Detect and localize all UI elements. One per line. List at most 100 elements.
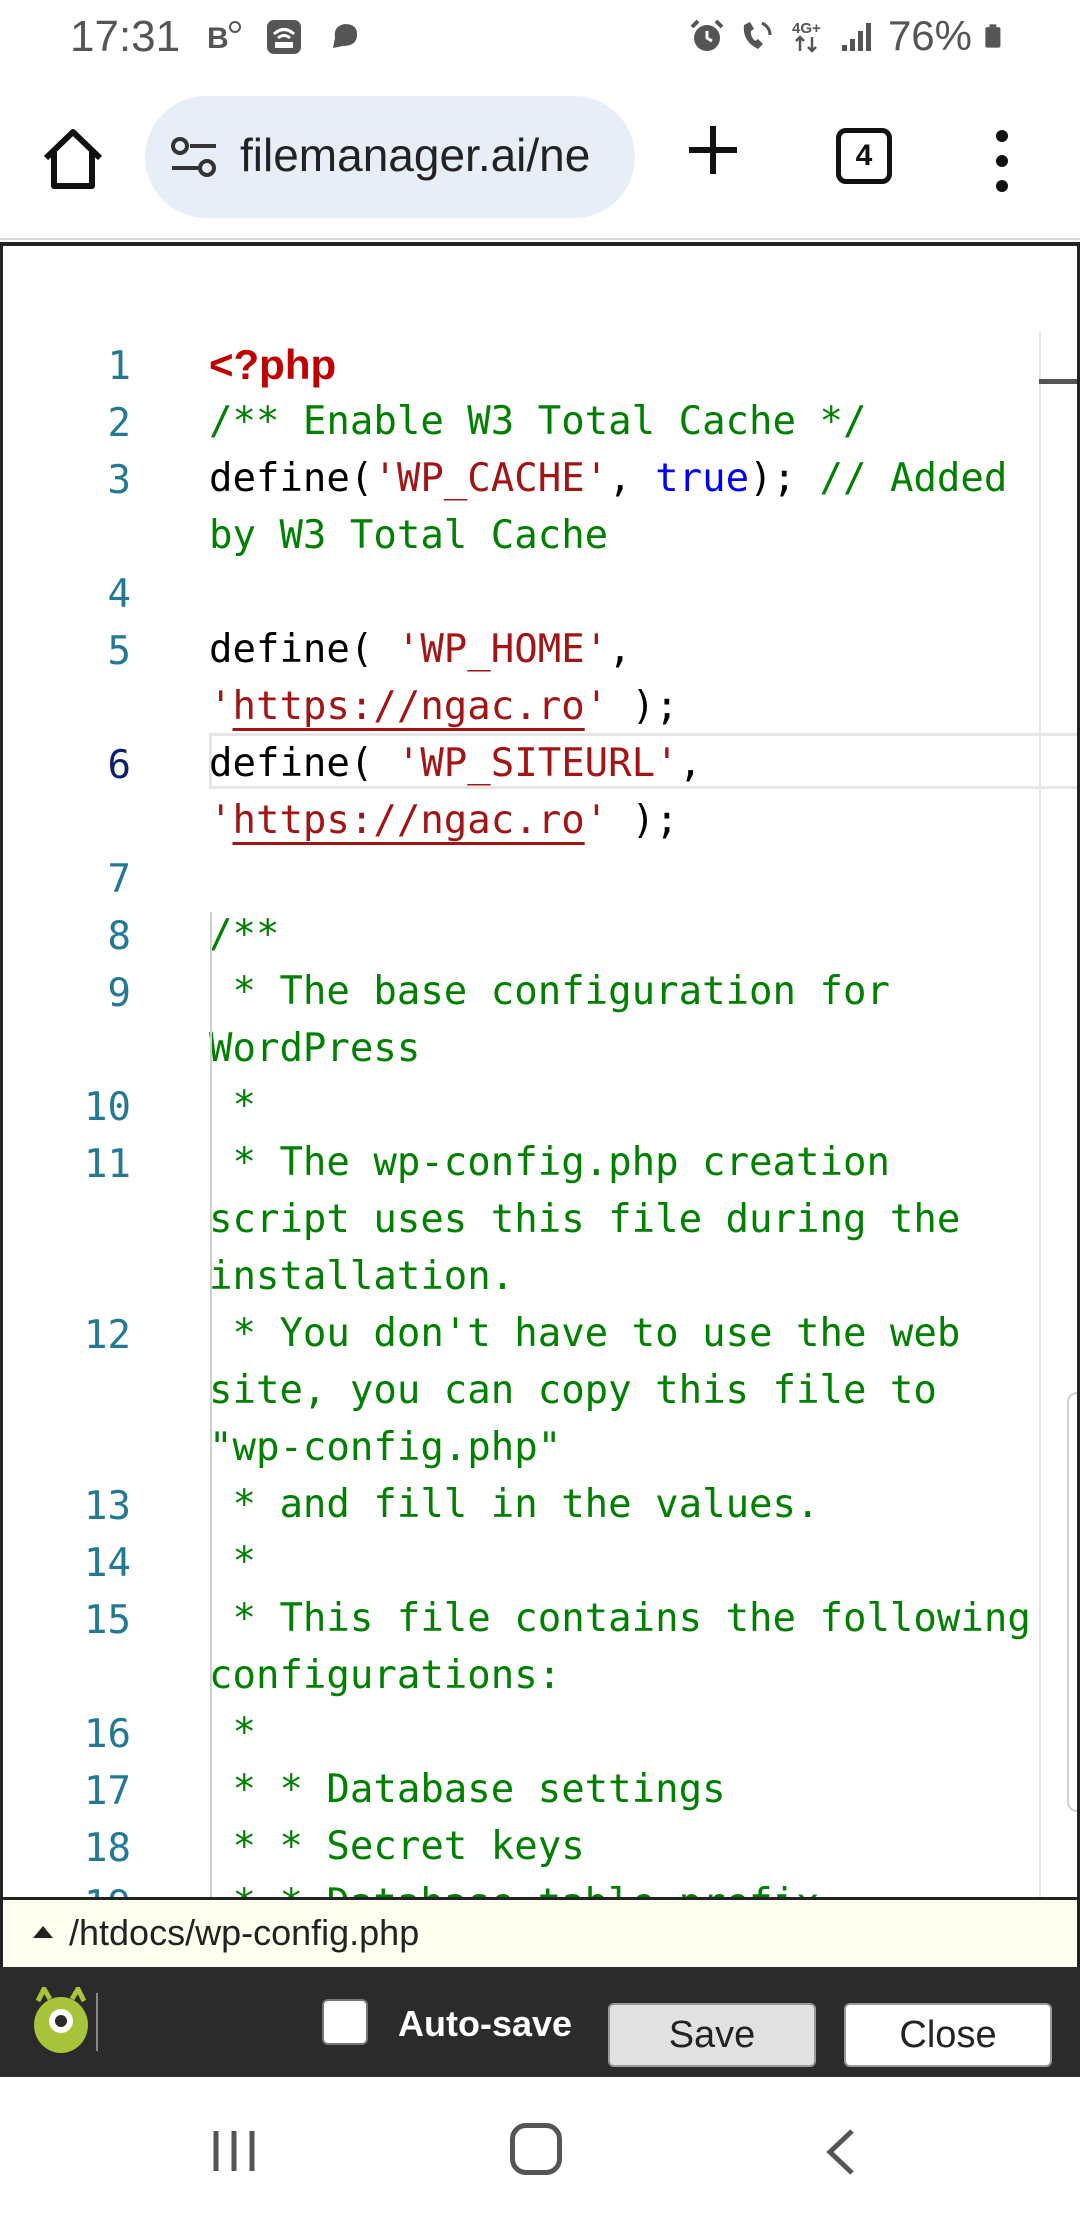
autosave-checkbox[interactable] [322,1999,368,2045]
b-notification-icon: B [207,21,241,55]
line-number: 16 [84,1712,131,1757]
code-token: * [209,1539,256,1584]
status-time: 17:31 [70,12,181,61]
code-token: ' [584,684,609,729]
code-text[interactable]: /** [209,906,1039,963]
save-button[interactable]: Save [608,2003,816,2067]
code-token: ' [209,684,233,729]
url-text[interactable]: filemanager.ai/ne [240,128,590,182]
recent-apps-icon[interactable] [210,2127,258,2175]
line-number: 15 [84,1598,131,1643]
code-token: , [608,456,656,501]
site-settings-icon[interactable] [170,135,218,179]
tabs-icon[interactable]: 4 [836,128,892,184]
code-text[interactable]: <?php [209,336,1039,395]
code-token: /** [209,912,280,957]
code-token: ' [209,798,233,843]
code-token: * [209,1083,256,1128]
line-number: 1 [107,344,131,389]
home-nav-icon[interactable] [510,2123,562,2175]
code-text[interactable]: define( 'WP_SITEURL', 'https://ngac.ro' … [209,735,1039,849]
alarm-icon [690,19,724,51]
battery-icon [985,24,1001,48]
network-4g-icon: 4G+ [792,20,821,53]
system-icons: 4G+ 76% [688,12,1010,60]
signal-icon [841,23,871,51]
line-number: 2 [107,401,131,446]
editor-action-bar: Auto-save Save Close [0,1967,1080,2077]
status-bar: 17:31 B 4G+ 76% [0,0,1080,80]
url-bar[interactable]: filemanager.ai/ne [145,96,635,218]
system-nav-bar [0,2077,1080,2220]
code-editor[interactable]: 1 <?php 2 /** Enable W3 Total Cache */ 3 defi… [0,242,1080,1897]
browser-toolbar: filemanager.ai/ne 4 [0,80,1080,240]
svg-text:B: B [207,22,229,55]
code-token: * [209,1710,256,1755]
code-token: define( [209,456,374,501]
code-text[interactable]: * [209,1704,1039,1761]
code-text[interactable]: * The wp-config.php creation script uses… [209,1134,1039,1305]
code-token: ); [749,456,820,501]
filemanager-logo-icon [34,1987,88,2053]
more-menu-icon[interactable] [990,126,1014,196]
line-number: 3 [107,458,131,503]
line-number: 9 [107,971,131,1016]
new-tab-icon[interactable] [685,122,741,178]
line-number: 19 [3,1883,131,1897]
notification-icons: B [205,18,363,56]
expand-arrow-icon[interactable] [33,1926,53,1938]
wifi-calling-icon [267,20,301,54]
line-number: 10 [84,1085,131,1130]
code-token: , [678,741,726,786]
code-token: https://ngac.ro [232,684,585,729]
code-token: * * Secret keys [209,1824,585,1869]
code-text[interactable]: * This file contains the following confi… [209,1590,1039,1704]
file-path-bar[interactable]: /htdocs/wp-config.php [0,1897,1080,1967]
code-token: * This file contains the following confi… [209,1596,1055,1698]
code-token: 'WP_CACHE' [373,456,609,501]
line-number: 6 [107,743,131,788]
code-text[interactable]: /** Enable W3 Total Cache */ [209,393,1039,450]
code-text[interactable]: * The base configuration for WordPress [209,963,1039,1077]
back-icon[interactable] [820,2127,860,2177]
code-token: ); [608,684,679,729]
code-token: 'WP_SITEURL' [396,741,679,786]
code-text[interactable]: * You don't have to use the web site, yo… [209,1305,1039,1476]
code-text[interactable]: * [209,1533,1039,1590]
line-number: 5 [107,629,131,674]
svg-text:4G+: 4G+ [792,20,821,37]
home-icon[interactable] [38,124,108,194]
line-number: 14 [84,1541,131,1586]
line-number: 11 [84,1142,131,1187]
code-token: 'WP_HOME' [396,627,609,672]
scroll-position-marker [1039,379,1077,384]
code-token: define( [209,627,397,672]
line-number: 18 [84,1826,131,1871]
code-token: * The wp-config.php creation script uses… [209,1140,984,1299]
file-path: /htdocs/wp-config.php [69,1912,420,1953]
code-text[interactable]: * * Database settings [209,1761,1039,1818]
code-text[interactable]: * * Database table prefix [209,1875,1039,1897]
app-notification-icon [333,24,358,48]
code-text[interactable]: define( 'WP_HOME', 'https://ngac.ro' ); [209,621,1039,735]
line-number: 4 [107,572,131,617]
line-number: 17 [84,1769,131,1814]
page-scroll-handle[interactable] [1067,1392,1077,1812]
code-token: * You don't have to use the web site, yo… [209,1311,984,1470]
vowifi-icon [743,21,772,49]
code-text[interactable]: * and fill in the values. [209,1476,1039,1533]
line-number: 8 [107,914,131,959]
close-button[interactable]: Close [844,2003,1052,2067]
autosave-label[interactable]: Auto-save [398,2003,572,2045]
code-text[interactable]: define('WP_CACHE', true); // Added by W3… [209,450,1039,564]
code-token: * The base configuration for WordPress [209,969,914,1071]
code-text[interactable]: * * Secret keys [209,1818,1039,1875]
code-token: https://ngac.ro [232,798,585,843]
code-token: define( [209,741,397,786]
code-token: ); [608,798,679,843]
code-token: <?php [209,341,337,388]
code-token: * * Database settings [209,1767,726,1812]
code-text[interactable]: * [209,1077,1039,1134]
code-token: /** Enable W3 Total Cache */ [209,399,867,444]
indent-guide [210,912,212,1897]
